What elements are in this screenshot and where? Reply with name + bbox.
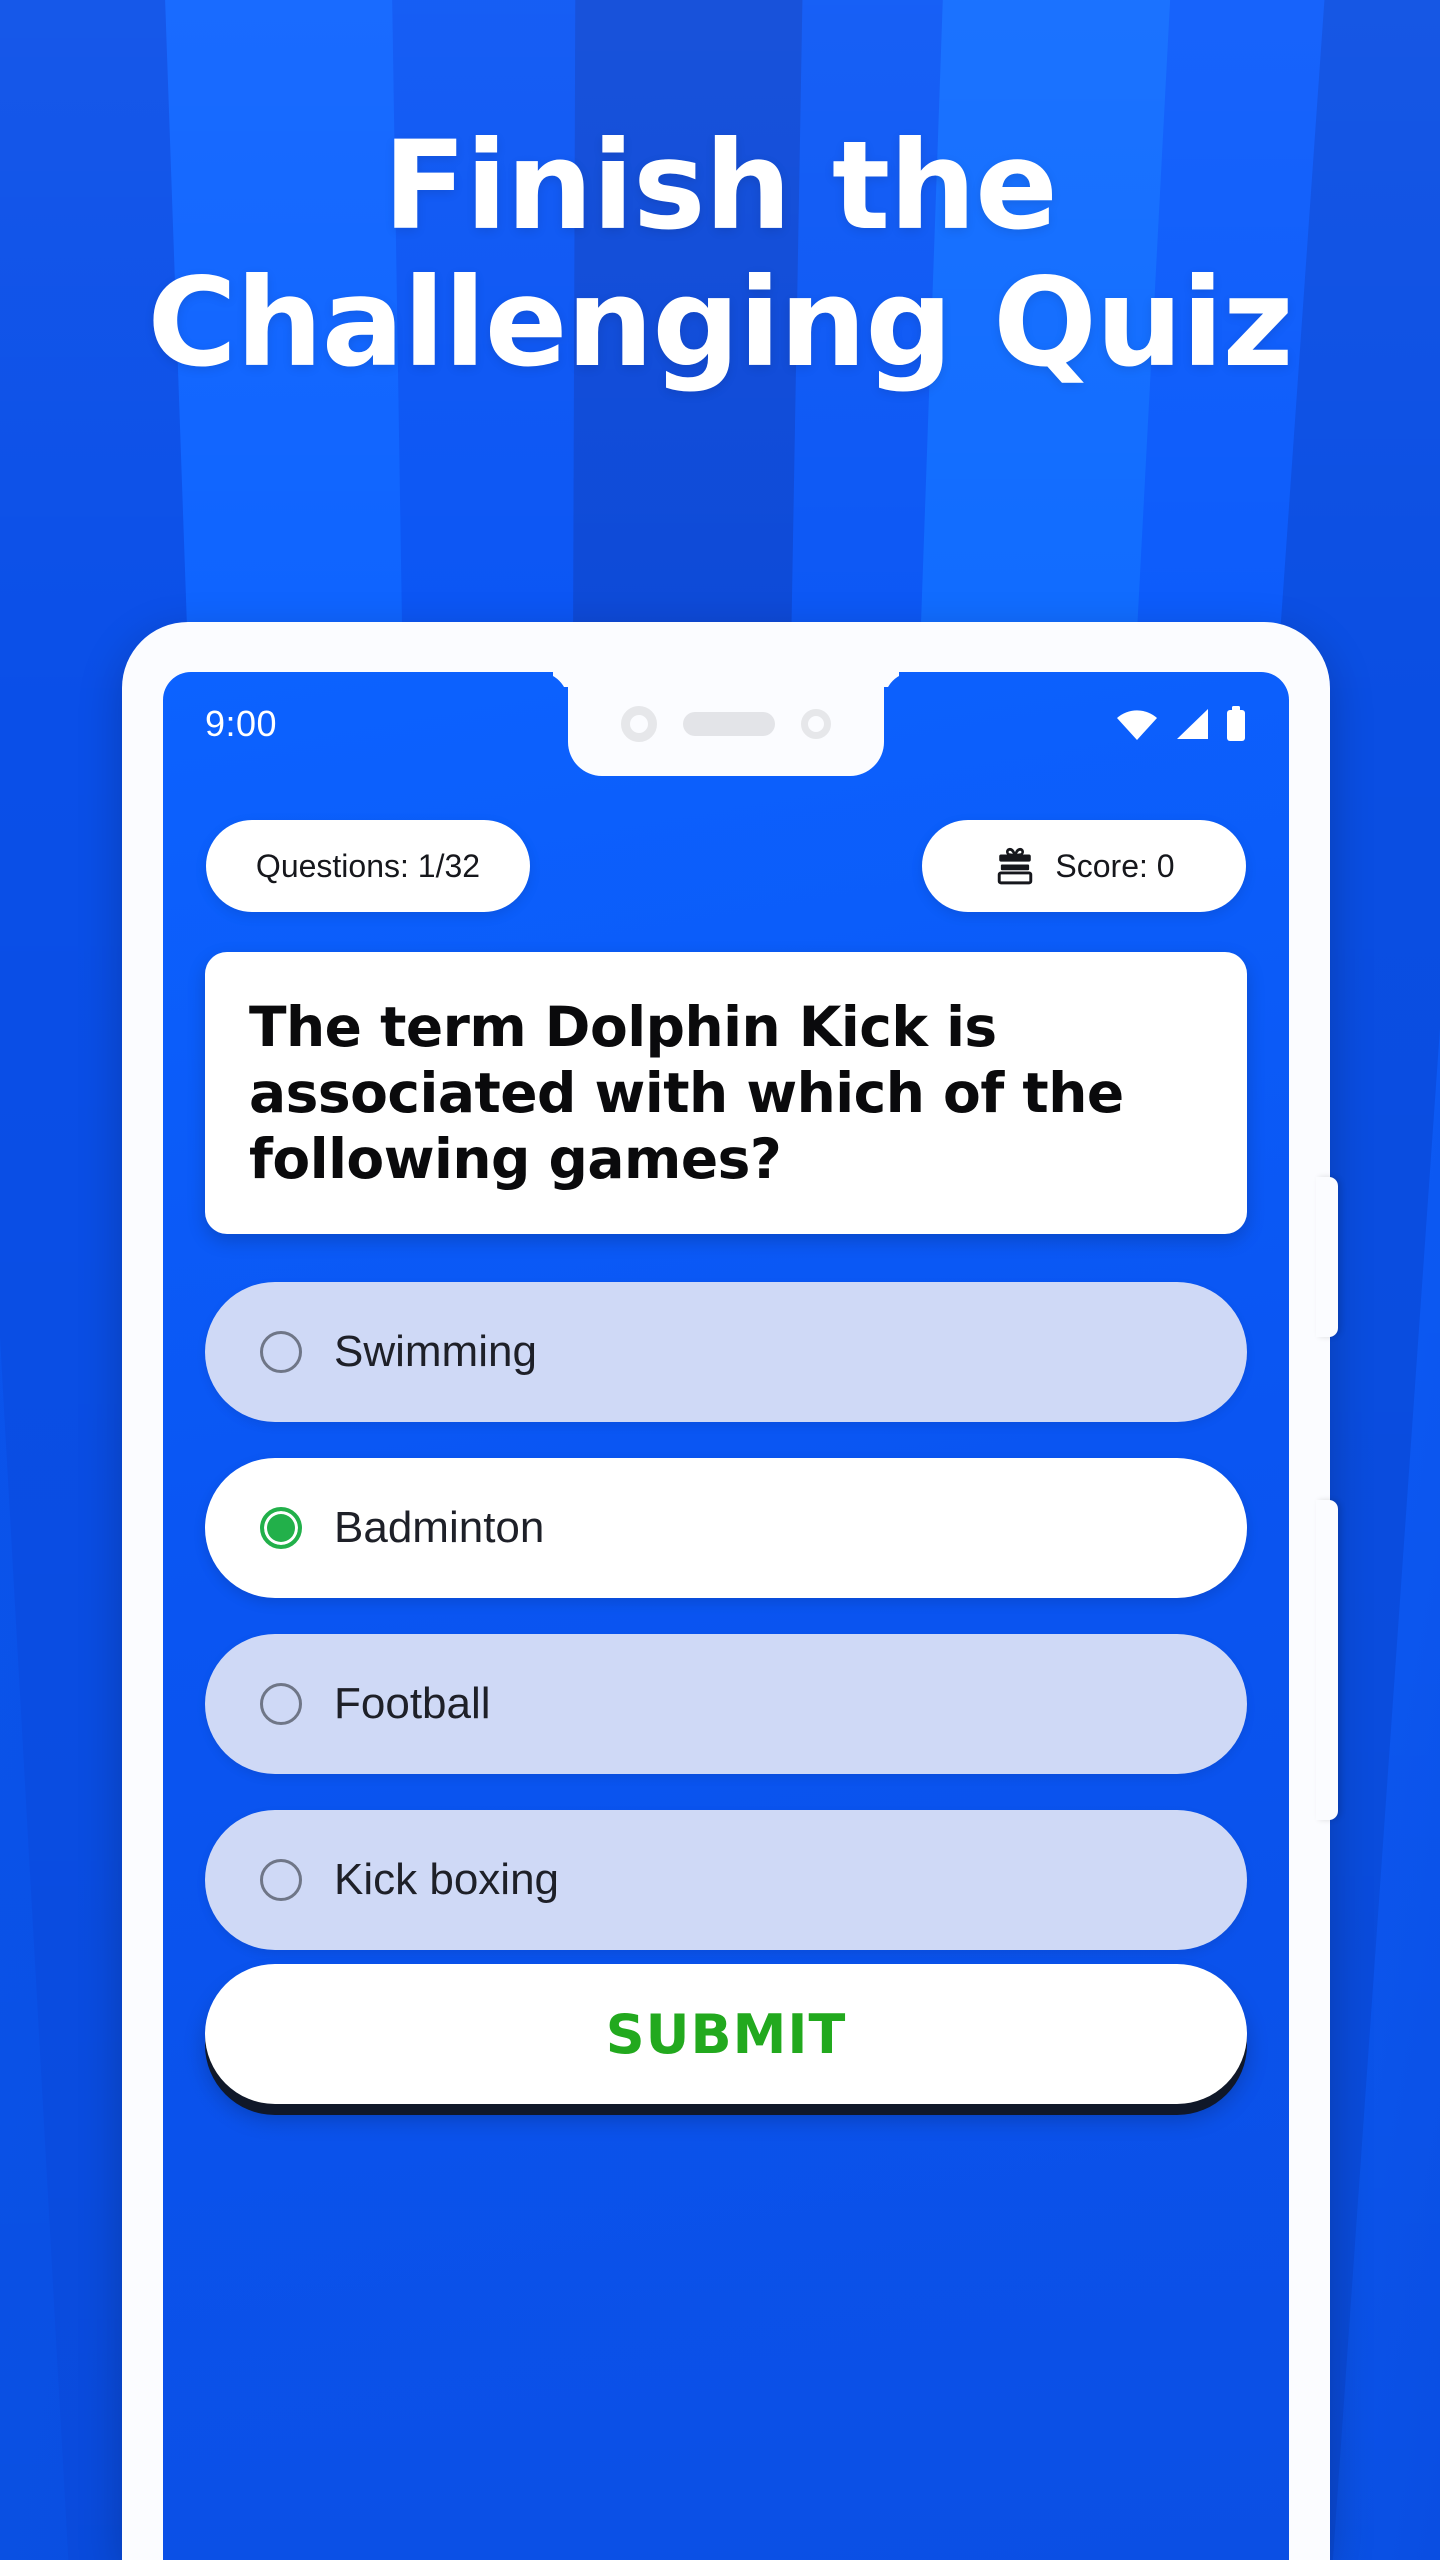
score-pill: Score: 0 — [922, 820, 1246, 912]
front-camera-icon — [621, 706, 657, 742]
answer-option-1[interactable]: Badminton — [205, 1458, 1247, 1598]
answer-option-label: Badminton — [334, 1503, 545, 1552]
questions-counter-pill: Questions: 1/32 — [206, 820, 530, 912]
phone-screen: 9:00 Questions: 1/32 Score: 0 The term D… — [163, 672, 1289, 2560]
page-title-line-2: Challenging Quiz — [147, 251, 1293, 394]
answer-option-2[interactable]: Football — [205, 1634, 1247, 1774]
answer-option-3[interactable]: Kick boxing — [205, 1810, 1247, 1950]
quiz-info-bar: Questions: 1/32 Score: 0 — [163, 820, 1289, 912]
status-bar-clock: 9:00 — [205, 703, 278, 744]
radio-icon[interactable] — [260, 1859, 302, 1901]
score-label: Score: 0 — [1055, 847, 1175, 884]
page-title-line-1: Finish the — [383, 115, 1058, 257]
radio-icon[interactable] — [260, 1331, 302, 1373]
submit-area: SUBMIT — [205, 1964, 1247, 2104]
status-bar-icons — [1115, 706, 1247, 742]
phone-notch — [568, 672, 884, 776]
page-title: Finish the Challenging Quiz — [0, 118, 1440, 391]
radio-icon[interactable] — [260, 1683, 302, 1725]
secondary-camera-icon — [801, 709, 831, 739]
submit-button-label: SUBMIT — [605, 2002, 847, 2066]
volume-rocker[interactable] — [1316, 1500, 1338, 1820]
question-card: The term Dolphin Kick is associated with… — [205, 952, 1247, 1234]
answer-option-label: Swimming — [334, 1327, 537, 1376]
gift-icon — [998, 847, 1033, 885]
radio-selected-icon[interactable] — [260, 1507, 302, 1549]
answer-option-label: Football — [334, 1679, 491, 1728]
answer-option-label: Kick boxing — [334, 1855, 560, 1904]
answer-options-list: Swimming Badminton Football Kick boxing — [205, 1282, 1247, 1986]
questions-counter-label: Questions: 1/32 — [255, 847, 481, 884]
earpiece-speaker-icon — [683, 712, 775, 736]
cellular-signal-icon — [1177, 709, 1208, 739]
wifi-icon — [1117, 710, 1157, 740]
phone-mockup: 9:00 Questions: 1/32 Score: 0 The term D… — [122, 622, 1338, 2560]
power-button[interactable] — [1316, 1177, 1338, 1337]
answer-option-0[interactable]: Swimming — [205, 1282, 1247, 1422]
battery-icon — [1227, 706, 1245, 741]
submit-button[interactable]: SUBMIT — [205, 1964, 1247, 2104]
question-text: The term Dolphin Kick is associated with… — [249, 995, 1124, 1191]
